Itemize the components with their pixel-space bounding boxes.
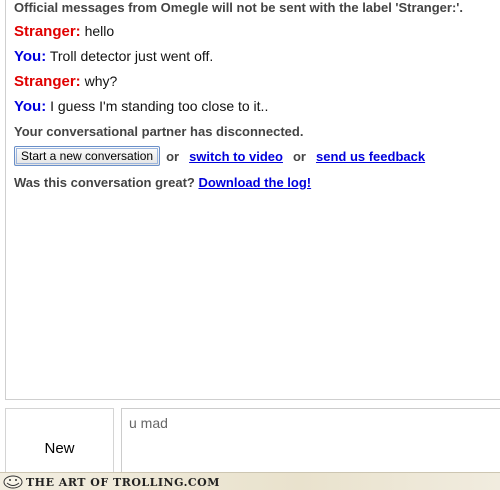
chat-log: Official messages from Omegle will not b… — [5, 0, 500, 400]
new-chat-button[interactable]: New — [5, 408, 114, 480]
chat-message: Stranger: hello — [14, 22, 500, 41]
message-text: why? — [84, 73, 118, 89]
troll-face-logo-icon — [0, 474, 26, 490]
post-chat-actions: Start a new conversation or switch to vi… — [14, 146, 500, 166]
watermark-banner: The Art of Trolling.com — [0, 472, 500, 490]
omegle-chat-window: Official messages from Omegle will not b… — [0, 0, 500, 490]
start-new-conversation-button[interactable]: Start a new conversation — [14, 146, 161, 166]
message-text: Troll detector just went off. — [49, 48, 214, 64]
official-notice: Official messages from Omegle will not b… — [14, 0, 464, 15]
send-feedback-link[interactable]: send us feedback — [316, 149, 425, 164]
you-label: You: — [14, 48, 47, 65]
great-prompt: Was this conversation great? — [14, 175, 195, 190]
chat-message: You: Troll detector just went off. — [14, 47, 500, 66]
watermark-text: The Art of Trolling.com — [26, 475, 220, 489]
download-log-link[interactable]: Download the log! — [198, 175, 311, 190]
you-label: You: — [14, 98, 47, 115]
stranger-label: Stranger: — [14, 23, 81, 40]
or-separator: or — [166, 148, 180, 164]
message-text: I guess I'm standing too close to it.. — [50, 98, 269, 114]
or-separator: or — [292, 148, 306, 164]
disconnect-notice: Your conversational partner has disconne… — [14, 124, 304, 139]
chat-message: You: I guess I'm standing too close to i… — [14, 97, 500, 116]
download-log-row: Was this conversation great? Download th… — [14, 175, 500, 190]
message-input[interactable]: u mad — [121, 408, 500, 480]
switch-to-video-link[interactable]: switch to video — [189, 149, 283, 164]
message-text: hello — [84, 23, 115, 39]
stranger-label: Stranger: — [14, 73, 81, 90]
chat-message: Stranger: why? — [14, 72, 500, 91]
